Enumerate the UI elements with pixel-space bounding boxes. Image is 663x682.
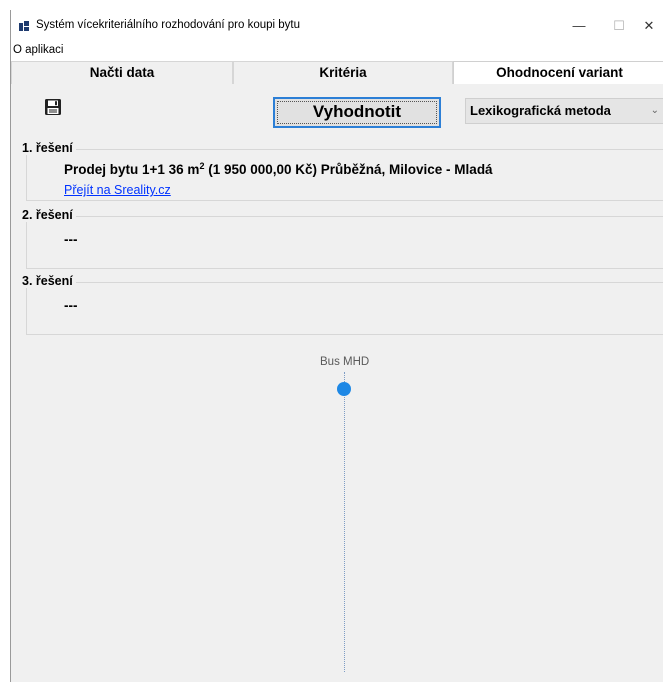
result-group-3: 3. řešení --- (22, 274, 663, 335)
close-button[interactable]: ✕ (636, 14, 662, 38)
evaluate-button[interactable]: Vyhodnotit (273, 97, 441, 128)
result-group-2-title: 2. řešení (22, 208, 76, 222)
method-dropdown-value: Lexikografická metoda (470, 103, 611, 118)
result-1-text: Prodej bytu 1+1 36 m2 (1 950 000,00 Kč) … (64, 161, 493, 177)
result-group-3-title: 3. řešení (22, 274, 76, 288)
sreality-link[interactable]: Přejít na Sreality.cz (64, 183, 171, 197)
tab-strip: Načti data Kritéria Ohodnocení variant (11, 61, 663, 84)
minimize-button[interactable]: — (566, 14, 592, 38)
menu-item-o-aplikaci[interactable]: O aplikaci (13, 44, 64, 56)
app-icon (19, 21, 29, 31)
focus-rectangle (277, 101, 437, 124)
method-dropdown[interactable]: Lexikografická metoda ⌄ (465, 98, 663, 124)
slider-thumb[interactable] (337, 382, 351, 396)
result-2-text: --- (64, 232, 78, 247)
window-title: Systém vícekriteriálního rozhodování pro… (36, 19, 300, 31)
result-group-1: 1. řešení Prodej bytu 1+1 36 m2 (1 950 0… (22, 141, 663, 201)
app-window: Systém vícekriteriálního rozhodování pro… (10, 10, 663, 682)
result-3-text: --- (64, 298, 78, 313)
floppy-disk-icon[interactable] (44, 98, 62, 116)
tab-kriteria[interactable]: Kritéria (233, 61, 453, 84)
slider-label: Bus MHD (320, 356, 370, 368)
tab-nacti-data[interactable]: Načti data (11, 61, 233, 84)
chevron-down-icon: ⌄ (650, 105, 659, 116)
result-group-1-title: 1. řešení (22, 141, 76, 155)
result-group-2: 2. řešení --- (22, 208, 663, 269)
menu-bar: O aplikaci (11, 42, 663, 61)
maximize-button[interactable]: ☐ (606, 14, 632, 38)
tab-ohodnoceni-variant[interactable]: Ohodnocení variant (453, 61, 663, 84)
slider-track[interactable] (344, 372, 345, 672)
title-bar: Systém vícekriteriálního rozhodování pro… (11, 10, 663, 42)
